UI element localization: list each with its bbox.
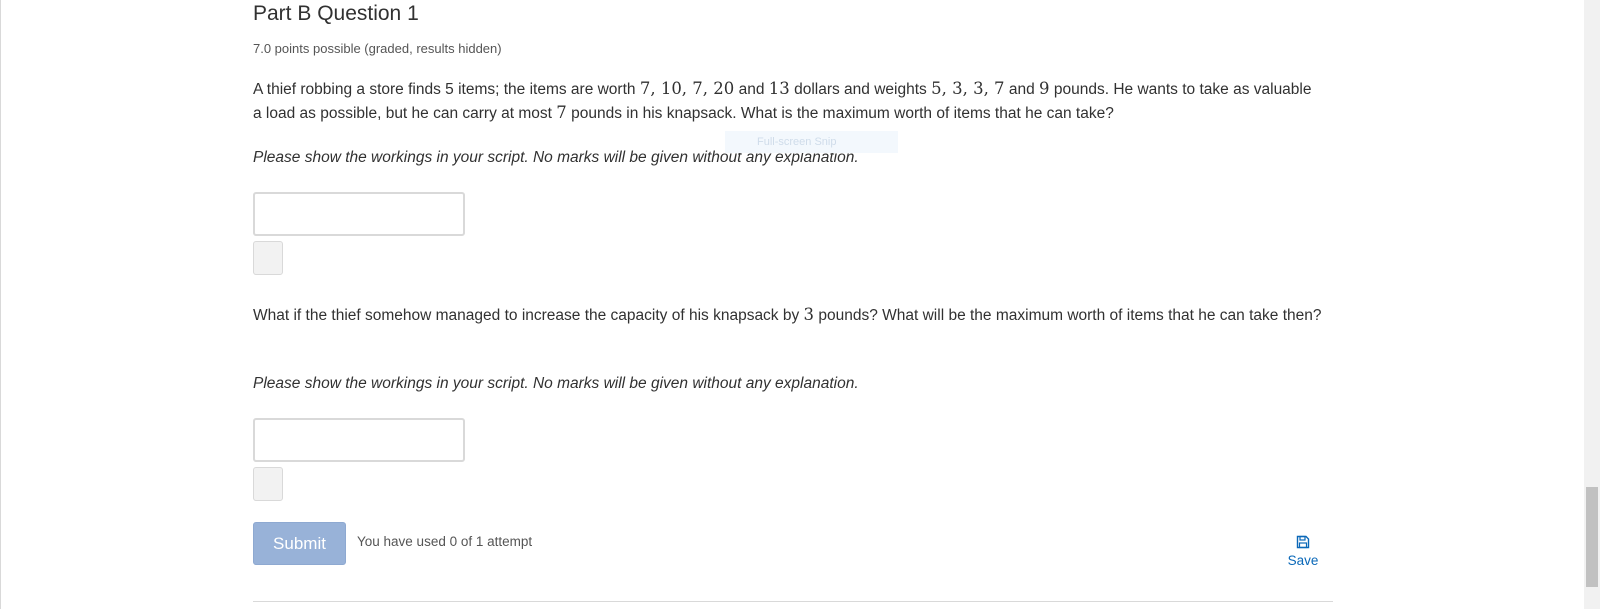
q1-text-segment: dollars and weights xyxy=(789,81,932,98)
q2-text-segment: pounds? What will be the maximum worth o… xyxy=(814,307,1322,324)
item-worths: 7, 10, 7, 20 xyxy=(639,79,735,98)
answer-1-input[interactable] xyxy=(253,192,465,236)
q1-text-segment: and xyxy=(1004,81,1040,98)
question-title: Part B Question 1 xyxy=(253,2,419,25)
q2-text-segment: What if the thief somehow managed to inc… xyxy=(253,307,804,324)
floppy-disk-icon xyxy=(1296,535,1310,549)
capacity-increase: 3 xyxy=(803,305,815,324)
save-button[interactable]: Save xyxy=(1283,535,1323,568)
q1-text-segment: pounds in his knapsack. What is the maxi… xyxy=(566,105,1114,122)
scrollbar-thumb[interactable] xyxy=(1586,487,1598,587)
divider xyxy=(253,601,1333,602)
q1-text-segment: and xyxy=(734,81,769,98)
page: Part B Question 1 7.0 points possible (g… xyxy=(0,0,1600,609)
q1-text-segment: A thief robbing a store finds 5 items; t… xyxy=(253,81,640,98)
answer-1-status xyxy=(253,241,283,275)
item-weight-last: 9 xyxy=(1039,79,1050,98)
snip-tooltip: Full-screen Snip xyxy=(725,131,898,153)
points-info: 7.0 points possible (graded, results hid… xyxy=(253,41,502,56)
attempts-info: You have used 0 of 1 attempt xyxy=(357,534,533,549)
question-1-text: A thief robbing a store finds 5 items; t… xyxy=(253,77,1323,125)
submit-button[interactable]: Submit xyxy=(253,522,346,565)
answer-2-input[interactable] xyxy=(253,418,465,462)
instruction-text: Please show the workings in your script.… xyxy=(253,375,859,392)
item-weights: 5, 3, 3, 7 xyxy=(931,79,1005,98)
save-label: Save xyxy=(1287,553,1319,568)
question-2-text: What if the thief somehow managed to inc… xyxy=(253,303,1323,327)
knapsack-capacity: 7 xyxy=(556,103,567,122)
item-worth-last: 13 xyxy=(768,79,790,98)
answer-2-status xyxy=(253,467,283,501)
vertical-scrollbar[interactable] xyxy=(1584,0,1600,609)
question-2-instruction: Please show the workings in your script.… xyxy=(253,372,1323,395)
